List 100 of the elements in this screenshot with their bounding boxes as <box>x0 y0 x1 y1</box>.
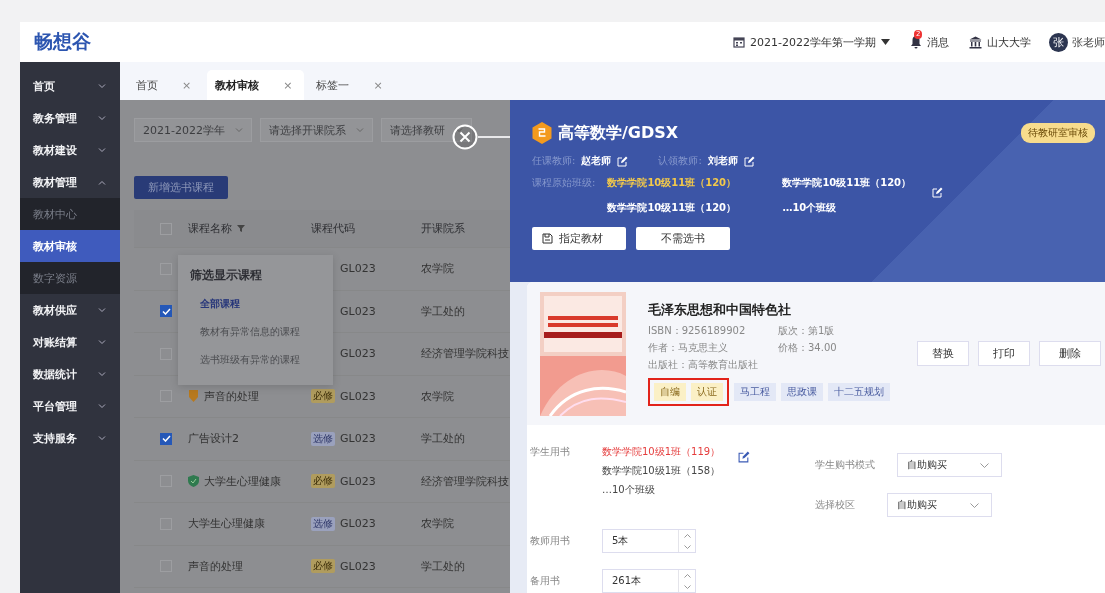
book-detail: 作者：马克思主义 <box>648 340 729 355</box>
user-avatar[interactable]: 张 <box>1049 32 1068 52</box>
course-name: 声音的处理 <box>188 558 243 574</box>
course-title: 高等数学/GDSX <box>558 122 679 144</box>
teacher-name: 刘老师 <box>707 154 738 168</box>
book-action-button[interactable]: 替换 <box>917 341 969 366</box>
caret-icon <box>881 39 890 45</box>
course-name: 广告设计2 <box>188 431 239 447</box>
edit-icon[interactable] <box>617 155 629 167</box>
decrement-icon[interactable] <box>683 544 691 549</box>
number-input[interactable]: 5本 <box>602 529 696 553</box>
course-code: GL023 <box>340 432 376 446</box>
hexagon-icon <box>532 122 552 144</box>
book-action-button[interactable]: 打印 <box>978 341 1030 366</box>
course-type-tag: 必修 <box>311 389 335 404</box>
department-cell: 农学院 <box>421 388 454 404</box>
column-header[interactable]: 课程名称 <box>188 221 311 236</box>
edit-icon[interactable] <box>743 155 755 167</box>
book-detail: 价格：34.00 <box>778 340 838 355</box>
book-tag: 认证 <box>691 382 723 401</box>
course-code: GL023 <box>340 389 376 403</box>
popup-title: 筛选显示课程 <box>190 267 263 284</box>
purchase-mode-select[interactable]: 自助购买 <box>897 453 1002 477</box>
sidebar-item[interactable]: 对账结算 <box>20 326 120 358</box>
field-label: 学生用书 <box>530 445 571 459</box>
department-cell: 学工处的 <box>421 431 465 447</box>
sidebar-subitem[interactable]: 数字资源 <box>20 262 120 294</box>
book-detail: 版次：第1版 <box>778 323 836 338</box>
campus-select[interactable]: 自助购买 <box>887 493 992 517</box>
department-cell: 农学院 <box>421 261 454 277</box>
field-label: 认领教师: <box>658 154 702 168</box>
course-name: 声音的处理 <box>204 388 259 404</box>
class-name: 数学学院10级1班（119） <box>602 445 721 459</box>
tab[interactable]: 首页 × <box>128 70 204 100</box>
calendar-icon <box>733 36 746 48</box>
edit-icon[interactable] <box>738 451 751 463</box>
user-name[interactable]: 张老师 <box>1072 34 1105 50</box>
book-detail: ISBN：9256189902 <box>648 323 747 338</box>
class-name: …10个班级 <box>602 483 656 497</box>
sidebar-item[interactable]: 教材建设 <box>20 134 120 166</box>
checkbox[interactable] <box>160 305 172 318</box>
book-action-button[interactable]: 删除 <box>1039 341 1101 366</box>
filter-select[interactable]: 2021-2022学年 <box>134 118 252 142</box>
field-label: 任课教师: <box>532 154 576 168</box>
increment-icon[interactable] <box>683 573 691 578</box>
sidebar-item[interactable]: 教务管理 <box>20 102 120 134</box>
book-detail: 出版社：高等教育出版社 <box>648 357 759 372</box>
class-name: 数学学院10级11班（120） <box>607 176 738 190</box>
tab[interactable]: 标签一 × <box>308 70 395 100</box>
chevron-up-icon <box>98 179 106 185</box>
sidebar-item[interactable]: 教材供应 <box>20 294 120 326</box>
field-label: 课程原始班级: <box>532 176 596 190</box>
class-name: 数学学院10级11班（120） <box>782 176 913 190</box>
department-cell: 学工处的 <box>421 558 465 574</box>
edit-icon[interactable] <box>932 187 944 198</box>
department-cell: 农学院 <box>421 516 454 532</box>
book-tag: 思政课 <box>781 382 823 401</box>
department-cell: 经济管理学院科技 <box>421 473 509 489</box>
course-code: GL023 <box>340 517 376 531</box>
filter-select[interactable]: 请选择教研 <box>380 118 472 142</box>
field-label: 学生购书模式 <box>815 458 876 472</box>
save-icon <box>542 233 553 244</box>
filter-option[interactable]: 全部课程 <box>190 293 333 321</box>
course-code: GL023 <box>340 347 376 361</box>
sidebar-item[interactable]: 平台管理 <box>20 390 120 422</box>
close-icon[interactable] <box>452 124 478 150</box>
action-button[interactable]: 不需选书 <box>636 227 730 250</box>
sidebar-item[interactable]: 教材管理 <box>20 166 120 198</box>
course-type-tag: 必修 <box>311 559 335 574</box>
sidebar-subitem[interactable]: 教材审核 <box>20 230 120 262</box>
leader-line <box>478 136 510 138</box>
course-type-tag: 选修 <box>311 516 335 531</box>
course-code: GL023 <box>340 304 376 318</box>
course-code: GL023 <box>340 262 376 276</box>
class-name: 数学学院10级1班（158） <box>602 464 721 478</box>
course-type-tag: 选修 <box>311 431 335 446</box>
bank-icon <box>969 35 982 49</box>
course-name: 大学生心理健康 <box>204 473 281 489</box>
increment-icon[interactable] <box>683 533 691 538</box>
filter-icon[interactable] <box>237 225 245 232</box>
course-code: GL023 <box>340 559 376 573</box>
tab[interactable]: 教材审核 × <box>207 70 305 100</box>
sidebar-item[interactable]: 支持服务 <box>20 422 120 454</box>
decrement-icon[interactable] <box>683 584 691 589</box>
book-tag: 马工程 <box>734 382 776 401</box>
sidebar-subitem[interactable]: 教材中心 <box>20 198 120 230</box>
sidebar-item[interactable]: 首页 <box>20 70 120 102</box>
action-button[interactable]: 指定教材 <box>532 227 626 250</box>
number-input[interactable]: 261本 <box>602 569 696 593</box>
school-button[interactable]: 山大大学 <box>961 34 1039 50</box>
status-badge: 待教研室审核 <box>1021 123 1095 143</box>
class-name: 数学学院10级11班（120） <box>607 201 738 215</box>
column-header: 开课院系 <box>421 221 465 236</box>
filter-select[interactable]: 请选择开课院系 <box>259 118 373 142</box>
checkbox[interactable] <box>160 432 172 445</box>
sidebar-item[interactable]: 数据统计 <box>20 358 120 390</box>
department-cell: 经济管理学院科技 <box>421 346 509 362</box>
add-course-button[interactable]: 新增选书课程 <box>134 176 228 199</box>
term-selector[interactable]: 2021-2022学年第一学期 <box>725 34 898 50</box>
logo: 畅想谷 <box>34 29 91 54</box>
